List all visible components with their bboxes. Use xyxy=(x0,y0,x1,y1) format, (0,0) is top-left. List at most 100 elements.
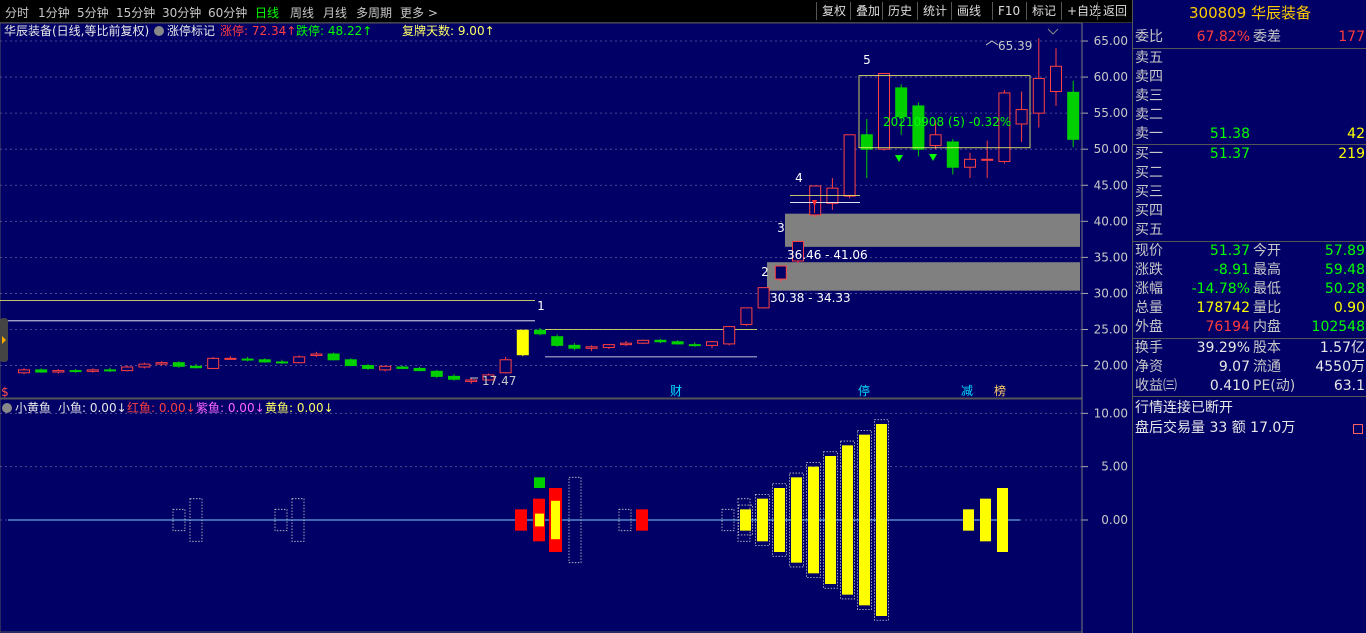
candle xyxy=(620,342,632,346)
stat-row-v: -14.78% xyxy=(1191,281,1250,297)
weibi-weicha: 177 xyxy=(1338,29,1365,45)
yellow-fish-bar xyxy=(842,445,853,595)
candle xyxy=(929,134,942,147)
bid-label: 买三 xyxy=(1135,184,1163,200)
event-flag: 减 xyxy=(961,384,973,398)
ask-label: 卖二 xyxy=(1135,107,1163,123)
y-tick-label: 45.00 xyxy=(1094,178,1128,192)
candle xyxy=(740,307,753,325)
ask-label: 卖三 xyxy=(1135,88,1163,104)
candle xyxy=(585,346,598,349)
weibi-weibi: 67.82% xyxy=(1196,29,1250,45)
stat-row-v: 39.29% xyxy=(1196,340,1250,356)
candle xyxy=(981,158,994,161)
candle xyxy=(207,357,220,369)
stat-row-l: 收益㈢ xyxy=(1135,378,1177,394)
ask-row: 卖二 xyxy=(1133,106,1366,125)
resume-days-label: 复牌天数: 9.00↑ xyxy=(402,23,495,38)
candle xyxy=(843,134,856,197)
candle xyxy=(86,369,99,372)
candle xyxy=(878,72,890,150)
after-hours-text: 盘后交易量 33 额 17.0万 xyxy=(1135,420,1296,436)
count-mark: 5 xyxy=(863,53,871,67)
candle xyxy=(723,326,736,345)
quote-panel: 委比 67.82% 委差 177 卖五 卖四 卖三 卖二 卖一 51.38 42 买一 51.37 219… xyxy=(1132,26,1366,633)
candle xyxy=(190,365,202,369)
y-tick-label: 25.00 xyxy=(1094,322,1128,336)
stat-row-v: 0.410 xyxy=(1209,378,1250,394)
main-panel-frame xyxy=(0,22,1083,399)
ask-row: 卖三 xyxy=(1133,87,1366,106)
count-mark: 2 xyxy=(761,265,769,279)
candle xyxy=(964,158,976,168)
candle xyxy=(258,359,271,363)
candle xyxy=(516,329,529,356)
small-fish-label: 小鱼: 0.00↓ xyxy=(58,401,127,415)
candle xyxy=(327,353,340,361)
y-tick-label: 65.00 xyxy=(1094,34,1128,48)
stat-row-l2: 流通 xyxy=(1253,359,1281,375)
stat-row: 现价 51.37 今开 57.89 xyxy=(1133,242,1366,261)
stat-row-v2: 50.28 xyxy=(1324,281,1365,297)
chart-area: 20.0025.0030.0035.0040.0045.0050.0055.00… xyxy=(0,22,1128,633)
stock-label: 华辰装备(日线,等比前复权) xyxy=(4,23,149,38)
candle xyxy=(172,362,185,367)
chart-annotation: 30.38 - 34.33 xyxy=(770,291,851,305)
candle xyxy=(52,370,65,373)
yellow-fish-bar xyxy=(825,456,836,584)
event-flag: $ xyxy=(1,385,9,399)
yellow-fish-bar xyxy=(808,466,819,574)
stat-row-l2: 股本 xyxy=(1253,340,1281,356)
bid-volume: 219 xyxy=(1338,146,1365,162)
candle xyxy=(379,365,392,371)
stock-title: 300809 华辰装备 xyxy=(1132,0,1366,26)
candle xyxy=(121,366,134,372)
weibi-weicha_label: 委差 xyxy=(1253,29,1281,45)
count-mark: 1 xyxy=(537,299,545,313)
after-hours-icon[interactable] xyxy=(1353,424,1363,434)
ask-label: 卖四 xyxy=(1135,69,1163,85)
green-fish-bar xyxy=(534,477,545,488)
indicator-toggle-icon xyxy=(154,26,164,36)
yellow-fish-bar xyxy=(876,424,887,616)
stat-row-l: 涨跌 xyxy=(1135,262,1163,278)
y-tick-label: 55.00 xyxy=(1094,106,1128,120)
ask-price: 51.38 xyxy=(1209,126,1250,142)
candle xyxy=(534,329,546,335)
red-fish-label: 红鱼: 0.00↓ xyxy=(127,400,196,415)
ask-row: 卖五 xyxy=(1133,49,1366,68)
candle xyxy=(465,379,478,382)
y-tick-label: 60.00 xyxy=(1094,70,1128,84)
stat-row: 换手 39.29% 股本 1.57亿 xyxy=(1133,339,1366,358)
bid-row: 买四 xyxy=(1133,202,1366,221)
yellow-fish-bar xyxy=(740,509,751,531)
y-tick-label: 50.00 xyxy=(1094,142,1128,156)
stat-row-v: 51.37 xyxy=(1209,243,1250,259)
candle xyxy=(1067,91,1080,140)
stat-row-v: 9.07 xyxy=(1218,359,1250,375)
candle xyxy=(155,362,168,365)
event-flag: 停 xyxy=(858,383,870,398)
candle xyxy=(35,369,48,373)
stat-row-v2: 102548 xyxy=(1311,319,1365,335)
candle xyxy=(671,341,684,345)
stat-row-l: 换手 xyxy=(1135,340,1163,356)
connection-status: 行情连接已断开 xyxy=(1133,399,1366,418)
candle xyxy=(499,359,512,374)
count-mark: 3 xyxy=(777,221,785,235)
stat-row-l2: 最低 xyxy=(1253,281,1281,297)
candle xyxy=(69,370,82,373)
purple-fish-label: 紫鱼: 0.00↓ xyxy=(196,401,265,415)
candle xyxy=(946,141,959,168)
event-flag: 财 xyxy=(670,384,682,398)
event-flag: 榜 xyxy=(994,383,1006,398)
stat-row-v2: 0.90 xyxy=(1333,300,1365,316)
stat-row-v2: 57.89 xyxy=(1324,243,1365,259)
candle xyxy=(602,344,615,349)
gap-zone xyxy=(767,262,1080,291)
chart-annotation: 36.46 - 41.06 xyxy=(787,248,868,262)
stat-row-v: -8.91 xyxy=(1213,262,1250,278)
stat-row-v2: 1.57亿 xyxy=(1319,340,1365,356)
weibi-row: 委比 67.82% 委差 177 xyxy=(1133,28,1366,47)
candle xyxy=(860,134,873,150)
